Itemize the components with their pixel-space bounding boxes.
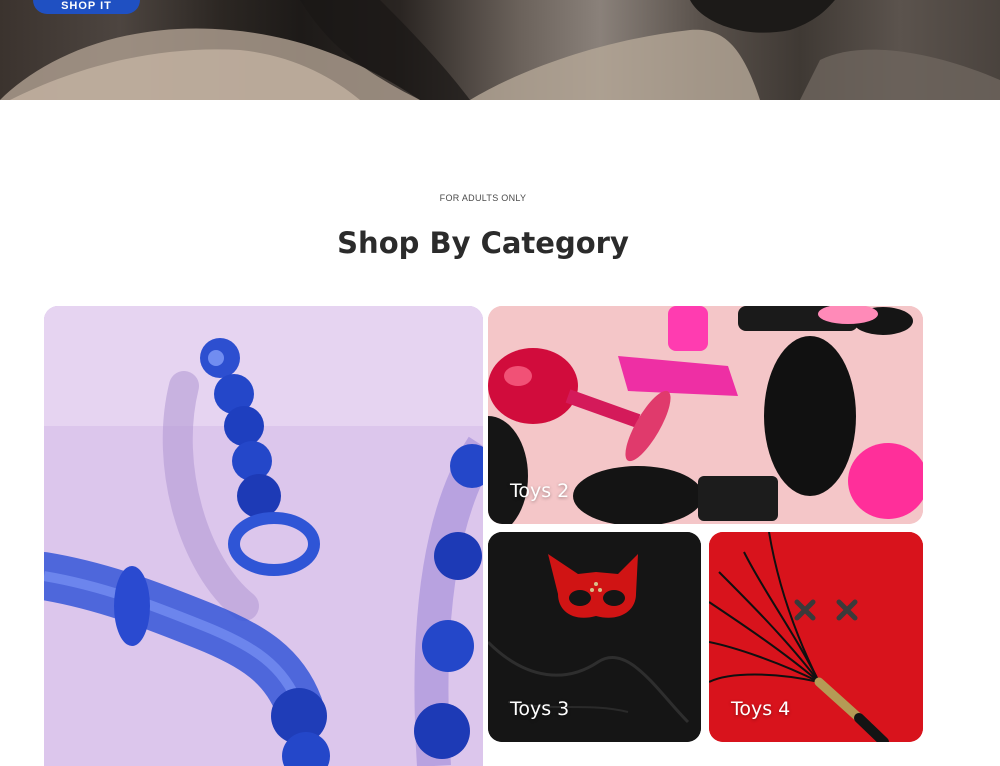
section-title: Shop By Category	[337, 226, 629, 260]
category-label: Toys 2	[510, 480, 570, 502]
hero-image	[0, 0, 1000, 100]
shop-it-button-label: SHOP IT	[61, 0, 112, 12]
category-tile-3[interactable]: Toys 3	[488, 532, 701, 742]
category-tile-1[interactable]	[44, 306, 483, 766]
hero-banner: SHOP IT	[0, 0, 1000, 100]
category-tile-4[interactable]: Toys 4	[709, 532, 923, 742]
category-label: Toys 4	[731, 698, 791, 720]
section-eyebrow: FOR ADULTS ONLY	[439, 193, 527, 203]
category-tile-2[interactable]: Toys 2	[488, 306, 923, 524]
blue-glass-toys-image	[44, 306, 483, 766]
shop-it-button[interactable]: SHOP IT	[33, 0, 140, 14]
category-label: Toys 3	[510, 698, 570, 720]
